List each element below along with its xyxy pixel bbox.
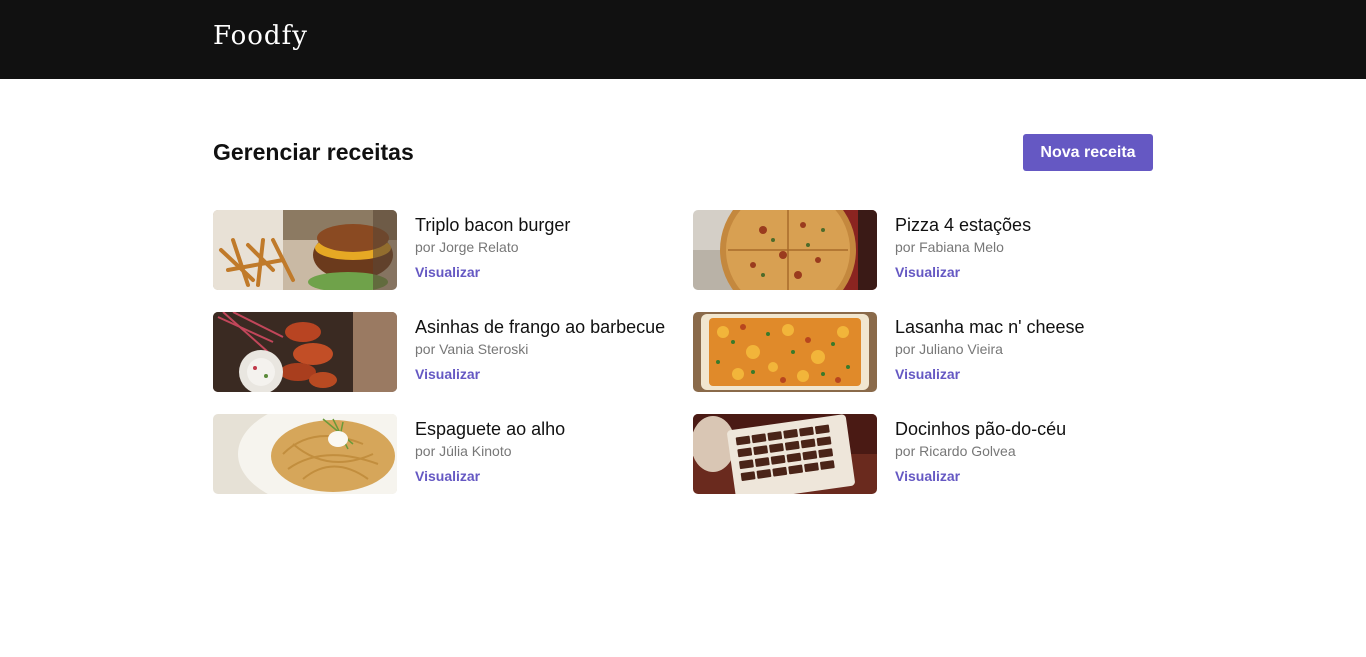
new-recipe-button[interactable]: Nova receita: [1023, 134, 1153, 171]
recipe-title: Triplo bacon burger: [415, 215, 571, 235]
recipe-info: Lasanha mac n' cheese por Juliano Vieira…: [895, 312, 1085, 392]
recipe-card: Asinhas de frango ao barbecue por Vania …: [213, 312, 693, 392]
topbar: Foodfy: [0, 0, 1366, 79]
main-content: Gerenciar receitas Nova receita Triplo b…: [213, 134, 1153, 494]
recipe-title: Asinhas de frango ao barbecue: [415, 317, 666, 337]
recipe-author: por Vania Steroski: [415, 341, 529, 357]
recipe-card: Lasanha mac n' cheese por Juliano Vieira…: [693, 312, 1153, 392]
recipe-card: Pizza 4 estações por Fabiana Melo Visual…: [693, 210, 1153, 290]
view-recipe-link[interactable]: Visualizar: [895, 366, 960, 382]
logo[interactable]: Foodfy: [213, 21, 308, 51]
recipe-title: Docinhos pão-do-céu: [895, 419, 1067, 439]
view-recipe-link[interactable]: Visualizar: [415, 264, 480, 280]
lasagna-image: [693, 312, 877, 392]
recipe-list: Triplo bacon burger por Jorge Relato Vis…: [213, 210, 1153, 494]
chocolates-image: [693, 414, 877, 494]
recipe-title: Pizza 4 estações: [895, 215, 1032, 235]
view-recipe-link[interactable]: Visualizar: [895, 264, 960, 280]
recipe-info: Asinhas de frango ao barbecue por Vania …: [415, 312, 665, 392]
recipe-info: Pizza 4 estações por Fabiana Melo Visual…: [895, 210, 1031, 290]
recipe-author: por Júlia Kinoto: [415, 443, 512, 459]
pizza-image: [693, 210, 877, 290]
page-header: Gerenciar receitas Nova receita: [213, 134, 1153, 171]
recipe-title: Espaguete ao alho: [415, 419, 566, 439]
chicken-wings-image: [213, 312, 397, 392]
recipe-card: Docinhos pão-do-céu por Ricardo Golvea V…: [693, 414, 1153, 494]
view-recipe-link[interactable]: Visualizar: [895, 468, 960, 484]
view-recipe-link[interactable]: Visualizar: [415, 468, 480, 484]
burger-image: [213, 210, 397, 290]
spaghetti-image: [213, 414, 397, 494]
recipe-title: Lasanha mac n' cheese: [895, 317, 1085, 337]
recipe-author: por Fabiana Melo: [895, 239, 1004, 255]
recipe-author: por Ricardo Golvea: [895, 443, 1016, 459]
recipe-author: por Juliano Vieira: [895, 341, 1003, 357]
page-title: Gerenciar receitas: [213, 139, 414, 165]
recipe-card: Triplo bacon burger por Jorge Relato Vis…: [213, 210, 693, 290]
recipe-info: Docinhos pão-do-céu por Ricardo Golvea V…: [895, 414, 1066, 494]
view-recipe-link[interactable]: Visualizar: [415, 366, 480, 382]
recipe-info: Espaguete ao alho por Júlia Kinoto Visua…: [415, 414, 565, 494]
recipe-author: por Jorge Relato: [415, 239, 519, 255]
recipe-card: Espaguete ao alho por Júlia Kinoto Visua…: [213, 414, 693, 494]
recipe-info: Triplo bacon burger por Jorge Relato Vis…: [415, 210, 570, 290]
